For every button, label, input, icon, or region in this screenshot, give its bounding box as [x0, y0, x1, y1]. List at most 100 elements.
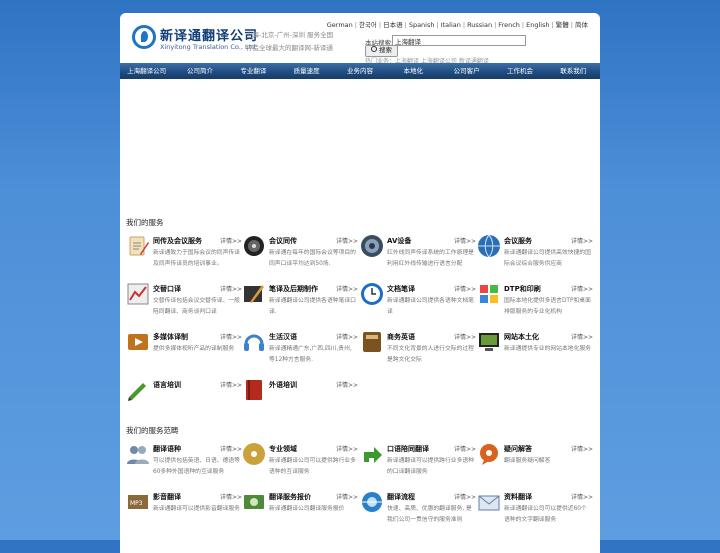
- service-title[interactable]: 生活汉语: [269, 332, 297, 342]
- service-item[interactable]: 专业领域 详情>> 新译通翻译公司可以提供跨行业多语种的互译服务: [242, 441, 358, 485]
- details-link[interactable]: 详情>>: [220, 380, 242, 389]
- service-title[interactable]: 影音翻译: [153, 492, 181, 502]
- service-title[interactable]: 文档笔译: [387, 284, 415, 294]
- service-title[interactable]: 会议同传: [269, 236, 297, 246]
- service-title[interactable]: 翻译语种: [153, 444, 181, 454]
- language-link[interactable]: 繁體: [556, 21, 569, 29]
- details-link[interactable]: 详情>>: [454, 332, 476, 341]
- speaker-icon[interactable]: [360, 234, 384, 258]
- nav-item[interactable]: 业务内容: [333, 63, 386, 79]
- service-title[interactable]: 交替口译: [153, 284, 181, 294]
- service-title[interactable]: 资料翻译: [504, 492, 532, 502]
- language-link[interactable]: 한국어: [359, 21, 377, 29]
- language-link[interactable]: English: [526, 21, 549, 29]
- clock-icon[interactable]: [360, 282, 384, 306]
- service-item[interactable]: 翻译语种 详情>> 可以提供包括英语、日语、德语等60多种外国语种的互译服务: [126, 441, 242, 485]
- network-icon[interactable]: [360, 490, 384, 514]
- details-link[interactable]: 详情>>: [336, 380, 358, 389]
- service-title[interactable]: 疑问解答: [504, 444, 532, 454]
- details-link[interactable]: 详情>>: [454, 236, 476, 245]
- nav-item[interactable]: 联系我们: [547, 63, 600, 79]
- details-link[interactable]: 详情>>: [336, 332, 358, 341]
- service-item[interactable]: AV设备 详情>> 红外线同声传译系统的工作原理是利用红外线传输进行语言分配: [360, 233, 476, 277]
- service-title[interactable]: 笔译及后期制作: [269, 284, 318, 294]
- details-link[interactable]: 详情>>: [571, 284, 593, 293]
- service-item[interactable]: 资料翻译 详情>> 新译通翻译公司可以提供近60个语种的文字翻译服务: [477, 489, 593, 533]
- chart-icon[interactable]: [126, 282, 150, 306]
- service-title[interactable]: 外语培训: [269, 380, 297, 390]
- details-link[interactable]: 详情>>: [220, 444, 242, 453]
- details-link[interactable]: 详情>>: [220, 332, 242, 341]
- service-item[interactable]: 生活汉语 详情>> 新译通精通广东,广西,四川,贵州,等12种方言服务.: [242, 329, 358, 373]
- service-item[interactable]: 口语陪同翻译 详情>> 新译通翻译可以提供跨行业多语种的口译翻译服务: [360, 441, 476, 485]
- service-item[interactable]: 语言培训 详情>>: [126, 377, 242, 421]
- service-item[interactable]: 翻译流程 详情>> 快速、高质、优惠的翻译服务, 是我们公司一贯信守的服务准则: [360, 489, 476, 533]
- mail-icon[interactable]: [477, 490, 501, 514]
- people-icon[interactable]: [126, 442, 150, 466]
- arrow-icon[interactable]: [360, 442, 384, 466]
- details-link[interactable]: 详情>>: [336, 492, 358, 501]
- service-title[interactable]: 多媒体译制: [153, 332, 188, 342]
- service-title[interactable]: 同传及会议服务: [153, 236, 202, 246]
- redbook-icon[interactable]: [242, 378, 266, 402]
- details-link[interactable]: 详情>>: [220, 236, 242, 245]
- service-item[interactable]: 会议同传 详情>> 新译通在每年的国际会议等项目的同声口译平均达到50场.: [242, 233, 358, 277]
- clipboard-icon[interactable]: [126, 234, 150, 258]
- language-link[interactable]: French: [498, 21, 520, 29]
- service-item[interactable]: 外语培训 详情>>: [242, 377, 358, 421]
- details-link[interactable]: 详情>>: [220, 284, 242, 293]
- service-item[interactable]: 文档笔译 详情>> 新译通翻译公司提供各语种文档笔译: [360, 281, 476, 325]
- service-item[interactable]: 网站本土化 详情>> 新译通提供专业的网站本地化服务: [477, 329, 593, 373]
- service-title[interactable]: 会议服务: [504, 236, 532, 246]
- service-title[interactable]: 口语陪同翻译: [387, 444, 429, 454]
- details-link[interactable]: 详情>>: [571, 332, 593, 341]
- details-link[interactable]: 详情>>: [336, 284, 358, 293]
- nav-item[interactable]: 质量速度: [280, 63, 333, 79]
- details-link[interactable]: 详情>>: [336, 236, 358, 245]
- money-icon[interactable]: [242, 490, 266, 514]
- service-item[interactable]: MP3 影音翻译 详情>> 新译通翻译可以提供影音翻译服务: [126, 489, 242, 533]
- service-title[interactable]: DTP和印刷: [504, 284, 541, 294]
- service-title[interactable]: 网站本土化: [504, 332, 539, 342]
- details-link[interactable]: 详情>>: [571, 444, 593, 453]
- service-title[interactable]: 翻译流程: [387, 492, 415, 502]
- search-input[interactable]: [392, 35, 526, 46]
- logo-icon[interactable]: [132, 25, 156, 49]
- service-title[interactable]: 翻译服务报价: [269, 492, 311, 502]
- hot-links[interactable]: 热门业务：上海翻译 上海翻译公司 新译通翻译: [365, 56, 515, 63]
- media-icon[interactable]: [126, 330, 150, 354]
- details-link[interactable]: 详情>>: [454, 284, 476, 293]
- nav-item[interactable]: 本地化: [387, 63, 440, 79]
- service-title[interactable]: AV设备: [387, 236, 411, 246]
- service-item[interactable]: 会议服务 详情>> 新译通翻译公司提供高效快捷的国际会议综合服务供应商: [477, 233, 593, 277]
- service-item[interactable]: 商务英语 详情>> 不同文化背景的人进行交际的过程是跨文化交际: [360, 329, 476, 373]
- globe-icon[interactable]: [477, 234, 501, 258]
- service-item[interactable]: 交替口译 详情>> 交替传译包括会议交替传译、一般陪同翻译、商务谈判口译: [126, 281, 242, 325]
- language-link[interactable]: German: [327, 21, 353, 29]
- nav-item[interactable]: 上海翻译公司: [120, 63, 173, 79]
- windows-icon[interactable]: [477, 282, 501, 306]
- nav-item[interactable]: 公司简介: [173, 63, 226, 79]
- details-link[interactable]: 详情>>: [454, 492, 476, 501]
- logo-title[interactable]: 新译通翻译公司: [160, 25, 258, 44]
- cd-icon[interactable]: [242, 442, 266, 466]
- headphones-icon[interactable]: [242, 330, 266, 354]
- language-link[interactable]: Russian: [467, 21, 492, 29]
- book-icon[interactable]: [360, 330, 384, 354]
- details-link[interactable]: 详情>>: [454, 444, 476, 453]
- details-link[interactable]: 详情>>: [336, 444, 358, 453]
- chat-icon[interactable]: [477, 442, 501, 466]
- service-item[interactable]: 翻译服务报价 详情>> 新译通翻译公司翻译服务报价: [242, 489, 358, 533]
- service-title[interactable]: 商务英语: [387, 332, 415, 342]
- service-item[interactable]: 同传及会议服务 详情>> 新译通致力于国际会议的同声传译及同声传译员的培训事业。: [126, 233, 242, 277]
- pen-icon[interactable]: [242, 282, 266, 306]
- service-title[interactable]: 专业领域: [269, 444, 297, 454]
- film-icon[interactable]: MP3: [126, 490, 150, 514]
- service-item[interactable]: 疑问解答 详情>> 翻译服务疑问解答: [477, 441, 593, 485]
- headset-icon[interactable]: [242, 234, 266, 258]
- details-link[interactable]: 详情>>: [571, 236, 593, 245]
- pencil-icon[interactable]: [126, 378, 150, 402]
- nav-item[interactable]: 工作机会: [493, 63, 546, 79]
- nav-item[interactable]: 专业翻译: [227, 63, 280, 79]
- service-title[interactable]: 语言培训: [153, 380, 181, 390]
